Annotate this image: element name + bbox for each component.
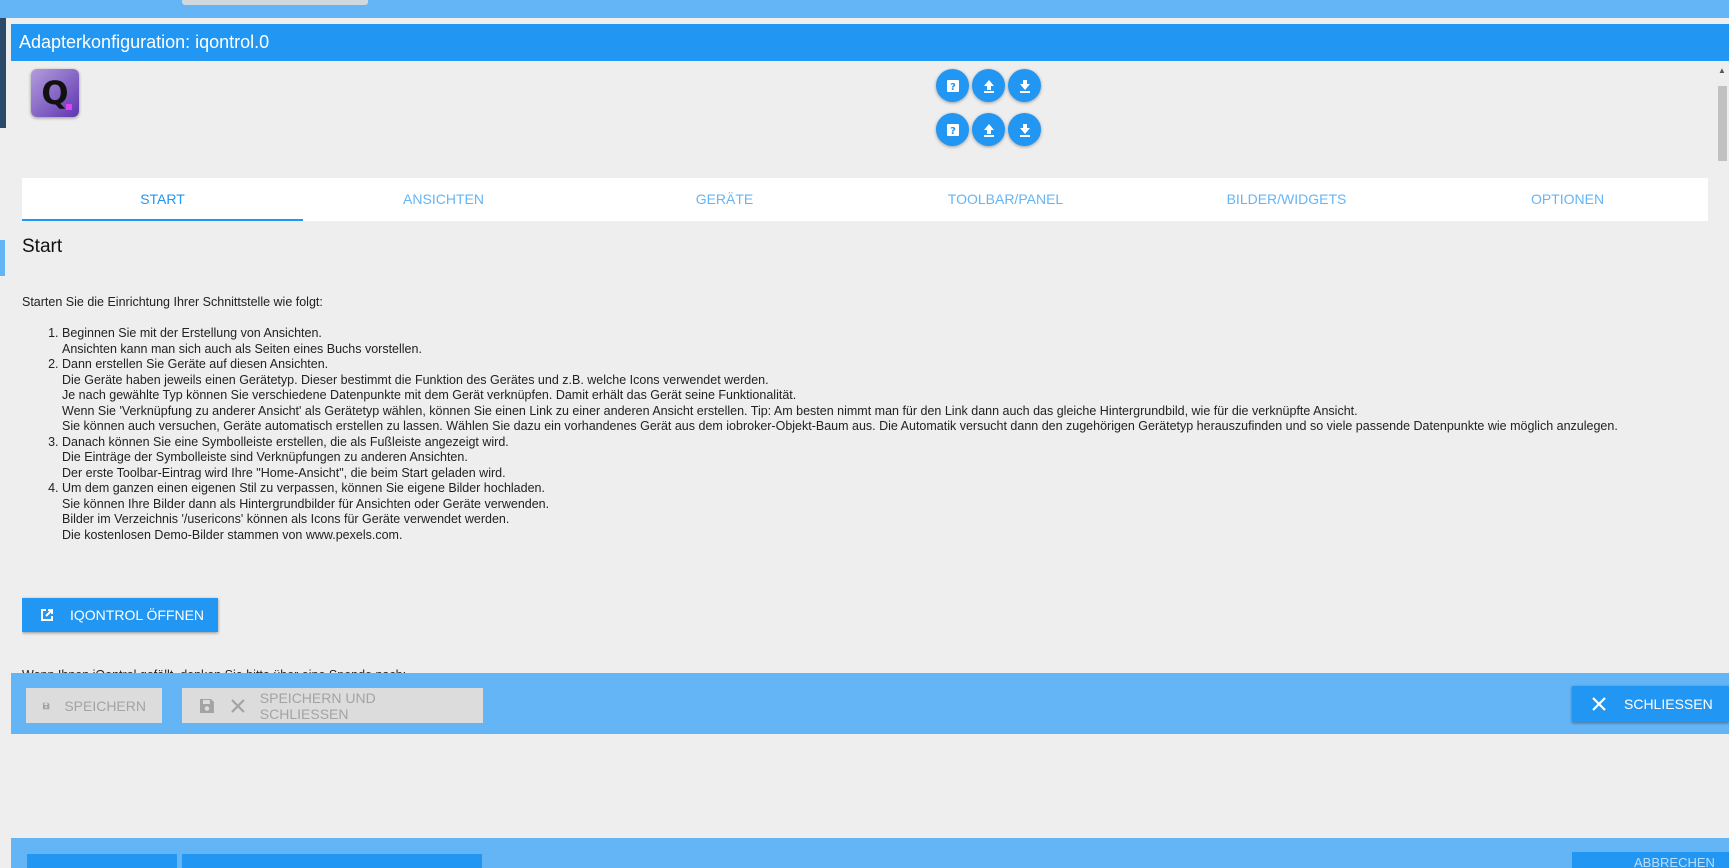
open-in-new-icon xyxy=(38,606,56,624)
step-line: Die Geräte haben jeweils einen Gerätetyp… xyxy=(62,372,769,387)
upload-icon xyxy=(983,79,994,93)
step-line: Ansichten kann man sich auch als Seiten … xyxy=(62,341,422,356)
help-icon: ? xyxy=(946,79,959,93)
svg-text:?: ? xyxy=(950,126,956,137)
close-button[interactable]: SCHLIESSEN xyxy=(1572,686,1729,722)
upload-icon xyxy=(983,123,994,137)
config-icon-row-2: ? xyxy=(936,113,1041,146)
save-label: SPEICHERN xyxy=(64,697,146,714)
save-icon xyxy=(199,698,214,713)
background-tab xyxy=(182,0,368,5)
save-button[interactable]: SPEICHERN xyxy=(26,688,162,723)
close-label: SCHLIESSEN xyxy=(1624,696,1713,712)
background-sidebar-marker xyxy=(0,240,5,276)
svg-text:?: ? xyxy=(950,82,956,93)
upload-button[interactable] xyxy=(972,69,1005,102)
step-item: Beginnen Sie mit der Erstellung von Ansi… xyxy=(62,326,1712,357)
step-item: Dann erstellen Sie Geräte auf diesen Ans… xyxy=(62,357,1712,435)
background-save-button xyxy=(27,854,177,868)
close-icon xyxy=(231,698,245,713)
step-line: Die kostenlosen Demo-Bilder stammen von … xyxy=(62,527,403,542)
background-save-close-button xyxy=(182,854,482,868)
setup-steps-list: Beginnen Sie mit der Erstellung von Ansi… xyxy=(22,326,1712,543)
step-line: Der erste Toolbar-Eintrag wird Ihre "Hom… xyxy=(62,465,506,480)
step-lead: Um dem ganzen einen eigenen Stil zu verp… xyxy=(62,481,545,495)
tab-ansichten[interactable]: ANSICHTEN xyxy=(303,178,584,221)
step-line: Wenn Sie 'Verknüpfung zu anderer Ansicht… xyxy=(62,403,1358,418)
save-and-close-label: SPEICHERN UND SCHLIESSEN xyxy=(259,689,376,722)
open-iqontrol-button[interactable]: IQONTROL ÖFFNEN xyxy=(22,598,218,632)
save-and-close-button[interactable]: SPEICHERN UND SCHLIESSEN xyxy=(182,688,483,723)
dialog-title: Adapterkonfiguration: iqontrol.0 xyxy=(11,24,1729,61)
config-tabs: START ANSICHTEN GERÄTE TOOLBAR/PANEL BIL… xyxy=(22,178,1708,221)
step-item: Um dem ganzen einen eigenen Stil zu verp… xyxy=(62,481,1712,543)
scrollbar-thumb[interactable] xyxy=(1718,86,1727,161)
step-line: Die Einträge der Symbolleiste sind Verkn… xyxy=(62,450,468,464)
upload-button-2[interactable] xyxy=(972,113,1005,146)
tab-start[interactable]: START xyxy=(22,178,303,221)
logo-letter: Q xyxy=(41,74,69,112)
step-lead: Danach können Sie eine Symbolleiste erst… xyxy=(62,434,509,449)
background-cancel-button: ABBRECHEN xyxy=(1572,852,1729,868)
adapter-config-dialog: Adapterkonfiguration: iqontrol.0 Q ? ? S… xyxy=(11,24,1729,806)
download-icon xyxy=(1019,123,1030,137)
step-line: Sie können auch versuchen, Geräte automa… xyxy=(62,419,1618,433)
step-lead: Dann erstellen Sie Geräte auf diesen Ans… xyxy=(62,357,329,371)
help-button[interactable]: ? xyxy=(936,69,969,102)
tab-toolbar-panel[interactable]: TOOLBAR/PANEL xyxy=(865,178,1146,221)
background-sidebar-edge xyxy=(0,18,6,128)
help-button-2[interactable]: ? xyxy=(936,113,969,146)
step-item: Danach können Sie eine Symbolleiste erst… xyxy=(62,435,1712,482)
content-scrollbar[interactable]: ▲ ▼ xyxy=(1718,66,1727,696)
start-tab-content: Start Starten Sie die Einrichtung Ihrer … xyxy=(22,222,1712,697)
step-line: Je nach gewählte Typ können Sie verschie… xyxy=(62,388,797,402)
save-icon xyxy=(42,702,50,709)
step-line: Sie können Ihre Bilder dann als Hintergr… xyxy=(62,496,550,511)
close-icon xyxy=(1592,697,1606,711)
step-lead: Beginnen Sie mit der Erstellung von Ansi… xyxy=(62,326,322,340)
download-icon xyxy=(1019,79,1030,93)
background-window-bar xyxy=(0,0,1729,18)
download-button-2[interactable] xyxy=(1008,113,1041,146)
tab-optionen[interactable]: OPTIONEN xyxy=(1427,178,1708,221)
download-button[interactable] xyxy=(1008,69,1041,102)
tab-bilder-widgets[interactable]: BILDER/WIDGETS xyxy=(1146,178,1427,221)
iqontrol-logo: Q xyxy=(31,69,79,117)
step-line: Bilder im Verzeichnis '/usericons' könne… xyxy=(62,512,510,526)
tab-geraete[interactable]: GERÄTE xyxy=(584,178,865,221)
intro-text: Starten Sie die Einrichtung Ihrer Schnit… xyxy=(22,295,323,309)
config-icon-row-1: ? xyxy=(936,69,1041,102)
background-dialog-action-bar: ABBRECHEN xyxy=(11,838,1729,868)
dialog-action-bar: SPEICHERN SPEICHERN UND SCHLIESSEN SCHLI… xyxy=(11,673,1729,734)
help-icon: ? xyxy=(946,123,959,137)
open-iqontrol-label: IQONTROL ÖFFNEN xyxy=(70,607,205,623)
section-heading: Start xyxy=(22,236,63,257)
